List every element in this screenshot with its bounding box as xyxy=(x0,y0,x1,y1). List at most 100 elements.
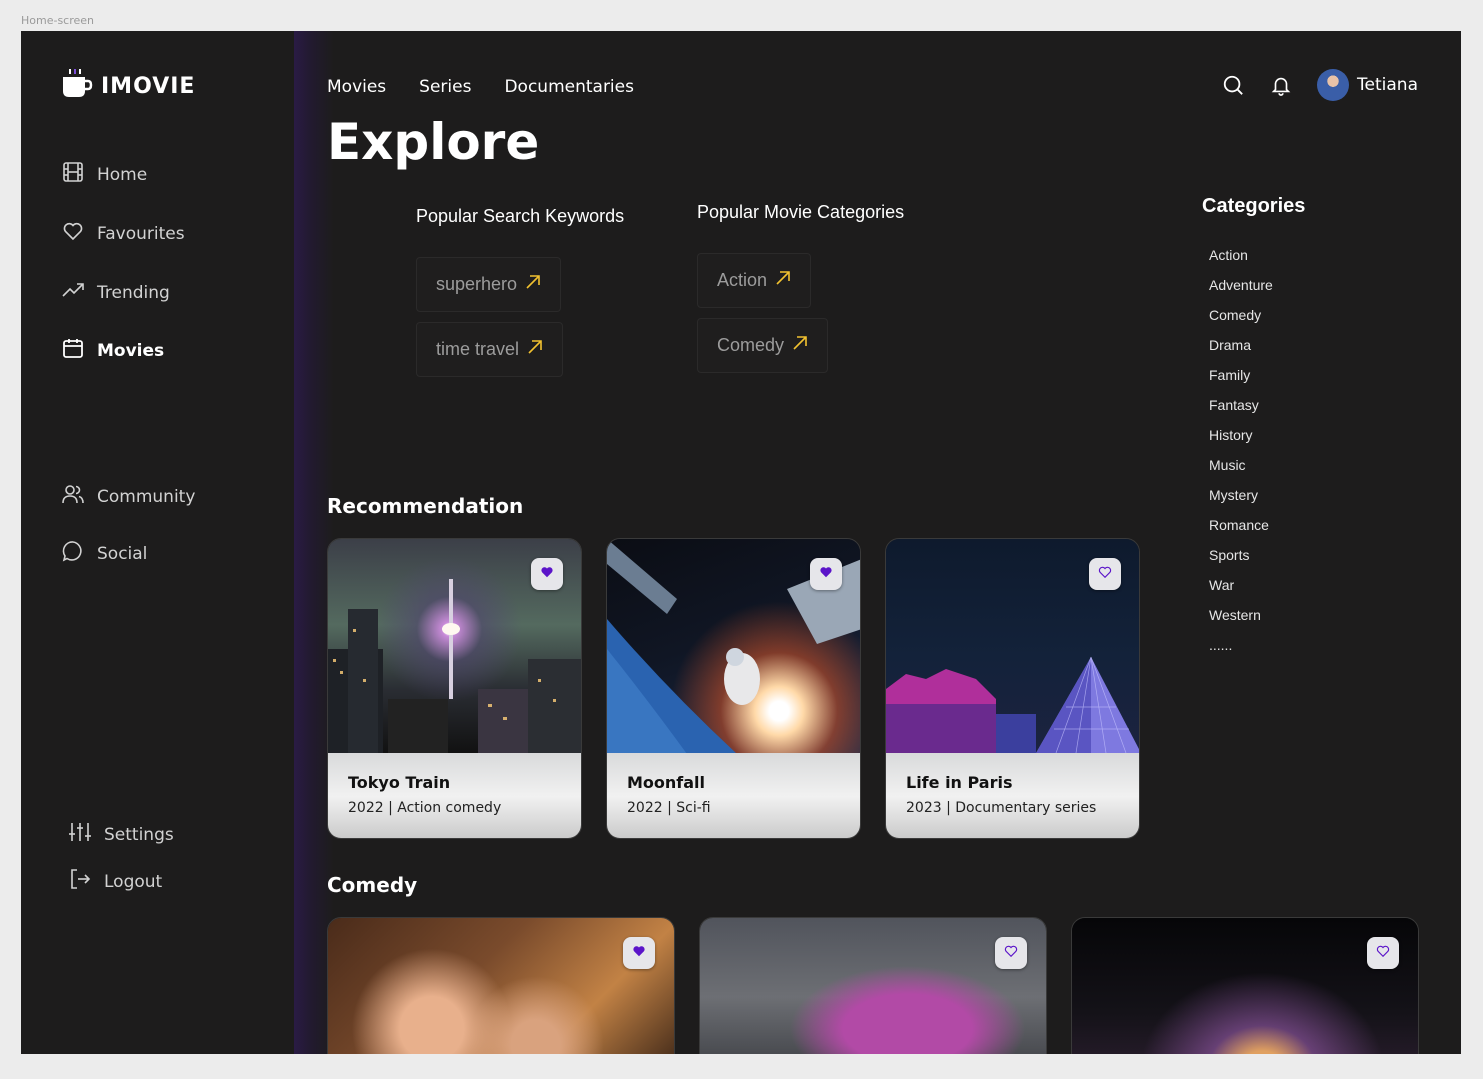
page-title: Explore xyxy=(327,113,540,171)
sidebar-item-label: Movies xyxy=(97,340,165,361)
heart-outline-icon xyxy=(1376,944,1390,963)
category-chip[interactable]: Action xyxy=(697,253,812,308)
comedy-card[interactable] xyxy=(699,917,1047,1054)
app-window: IMOVIE Home Favourites Trending Movies C… xyxy=(21,31,1461,1054)
favourite-button[interactable] xyxy=(1367,937,1399,969)
favourite-button[interactable] xyxy=(810,558,842,590)
chip-label: Comedy xyxy=(717,335,785,355)
heart-outline-icon xyxy=(1004,944,1018,963)
category-item[interactable]: History xyxy=(1209,425,1273,455)
sidebar-item-favourites[interactable]: Favourites xyxy=(61,219,185,248)
sliders-icon xyxy=(68,820,92,849)
arrow-up-right-icon xyxy=(792,335,808,356)
card-meta: Moonfall 2022 | Sci-fi xyxy=(607,753,860,838)
recommendation-title: Recommendation xyxy=(327,494,524,518)
comedy-card[interactable] xyxy=(327,917,675,1054)
heart-outline-icon xyxy=(1098,565,1112,584)
sidebar-item-logout[interactable]: Logout xyxy=(68,867,162,896)
sidebar-item-label: Favourites xyxy=(97,223,185,244)
card-title: Moonfall xyxy=(627,773,706,792)
category-item[interactable]: War xyxy=(1209,575,1273,605)
category-item[interactable]: Drama xyxy=(1209,335,1273,365)
brand-name: IMOVIE xyxy=(101,74,196,99)
heart-filled-icon xyxy=(632,944,646,963)
categories-list: Action Adventure Comedy Drama Family Fan… xyxy=(1209,245,1273,665)
logout-icon xyxy=(68,867,92,896)
avatar[interactable] xyxy=(1317,69,1350,101)
categories-title: Categories xyxy=(1202,195,1306,217)
movie-card[interactable]: Moonfall 2022 | Sci-fi xyxy=(606,538,861,839)
sidebar: IMOVIE Home Favourites Trending Movies C… xyxy=(21,31,294,1054)
chip-label: Action xyxy=(717,270,768,290)
sidebar-item-community[interactable]: Community xyxy=(61,482,195,511)
category-item[interactable]: Fantasy xyxy=(1209,395,1273,425)
movie-poster xyxy=(328,918,674,1054)
logo[interactable]: IMOVIE xyxy=(61,69,195,104)
sidebar-item-label: Home xyxy=(97,164,148,185)
calendar-icon xyxy=(61,336,85,365)
comedy-card[interactable] xyxy=(1071,917,1419,1054)
chat-icon xyxy=(61,539,85,568)
sidebar-item-social[interactable]: Social xyxy=(61,539,147,568)
favourite-button[interactable] xyxy=(1089,558,1121,590)
category-item[interactable]: Comedy xyxy=(1209,305,1273,335)
sidebar-item-label: Community xyxy=(97,486,196,507)
category-item[interactable]: Action xyxy=(1209,245,1273,275)
top-nav: Movies Series Documentaries xyxy=(327,77,634,97)
sidebar-item-trending[interactable]: Trending xyxy=(61,278,170,307)
card-subtitle: 2023 | Documentary series xyxy=(906,800,1097,816)
sidebar-item-label: Social xyxy=(97,543,148,564)
card-meta: Life in Paris 2023 | Documentary series xyxy=(886,753,1139,838)
category-chip[interactable]: Comedy xyxy=(697,318,829,373)
chip-label: superhero xyxy=(436,274,518,294)
arrow-up-right-icon xyxy=(527,339,543,360)
keyword-chip[interactable]: superhero xyxy=(416,257,562,312)
category-more[interactable]: ...... xyxy=(1209,635,1273,665)
frame-label: Home-screen xyxy=(21,14,95,27)
heart-filled-icon xyxy=(819,565,833,584)
movie-poster xyxy=(1072,918,1418,1054)
header-actions: Tetiana xyxy=(1221,69,1418,101)
category-item[interactable]: Adventure xyxy=(1209,275,1273,305)
favourite-button[interactable] xyxy=(623,937,655,969)
card-subtitle: 2022 | Action comedy xyxy=(348,800,502,816)
sidebar-item-movies[interactable]: Movies xyxy=(61,336,164,365)
comedy-title: Comedy xyxy=(327,873,418,897)
movie-poster xyxy=(700,918,1046,1054)
category-item[interactable]: Mystery xyxy=(1209,485,1273,515)
category-item[interactable]: Romance xyxy=(1209,515,1273,545)
category-item[interactable]: Sports xyxy=(1209,545,1273,575)
bell-icon[interactable] xyxy=(1269,73,1293,97)
category-item[interactable]: Music xyxy=(1209,455,1273,485)
heart-filled-icon xyxy=(540,565,554,584)
sidebar-item-label: Logout xyxy=(104,871,163,892)
card-subtitle: 2022 | Sci-fi xyxy=(627,800,711,816)
popular-keywords-title: Popular Search Keywords xyxy=(416,206,625,226)
top-nav-series[interactable]: Series xyxy=(419,77,471,97)
users-icon xyxy=(61,482,85,511)
film-icon xyxy=(61,160,85,189)
keyword-chip[interactable]: time travel xyxy=(416,322,564,377)
favourite-button[interactable] xyxy=(995,937,1027,969)
trending-icon xyxy=(61,278,85,307)
sidebar-item-label: Settings xyxy=(104,824,174,845)
sidebar-item-settings[interactable]: Settings xyxy=(68,820,174,849)
top-nav-movies[interactable]: Movies xyxy=(327,77,386,97)
heart-icon xyxy=(61,219,85,248)
category-item[interactable]: Family xyxy=(1209,365,1273,395)
arrow-up-right-icon xyxy=(775,270,791,291)
coffee-cup-icon xyxy=(61,69,93,104)
category-item[interactable]: Western xyxy=(1209,605,1273,635)
search-icon[interactable] xyxy=(1221,73,1245,97)
user-name[interactable]: Tetiana xyxy=(1357,75,1418,95)
sidebar-item-home[interactable]: Home xyxy=(61,160,147,189)
popular-categories-title: Popular Movie Categories xyxy=(697,202,905,222)
card-title: Tokyo Train xyxy=(348,773,451,792)
card-meta: Tokyo Train 2022 | Action comedy xyxy=(328,753,581,838)
movie-card[interactable]: Life in Paris 2023 | Documentary series xyxy=(885,538,1140,839)
top-nav-documentaries[interactable]: Documentaries xyxy=(504,77,634,97)
movie-card[interactable]: Tokyo Train 2022 | Action comedy xyxy=(327,538,582,839)
favourite-button[interactable] xyxy=(531,558,563,590)
arrow-up-right-icon xyxy=(525,274,541,295)
chip-label: time travel xyxy=(436,339,520,359)
